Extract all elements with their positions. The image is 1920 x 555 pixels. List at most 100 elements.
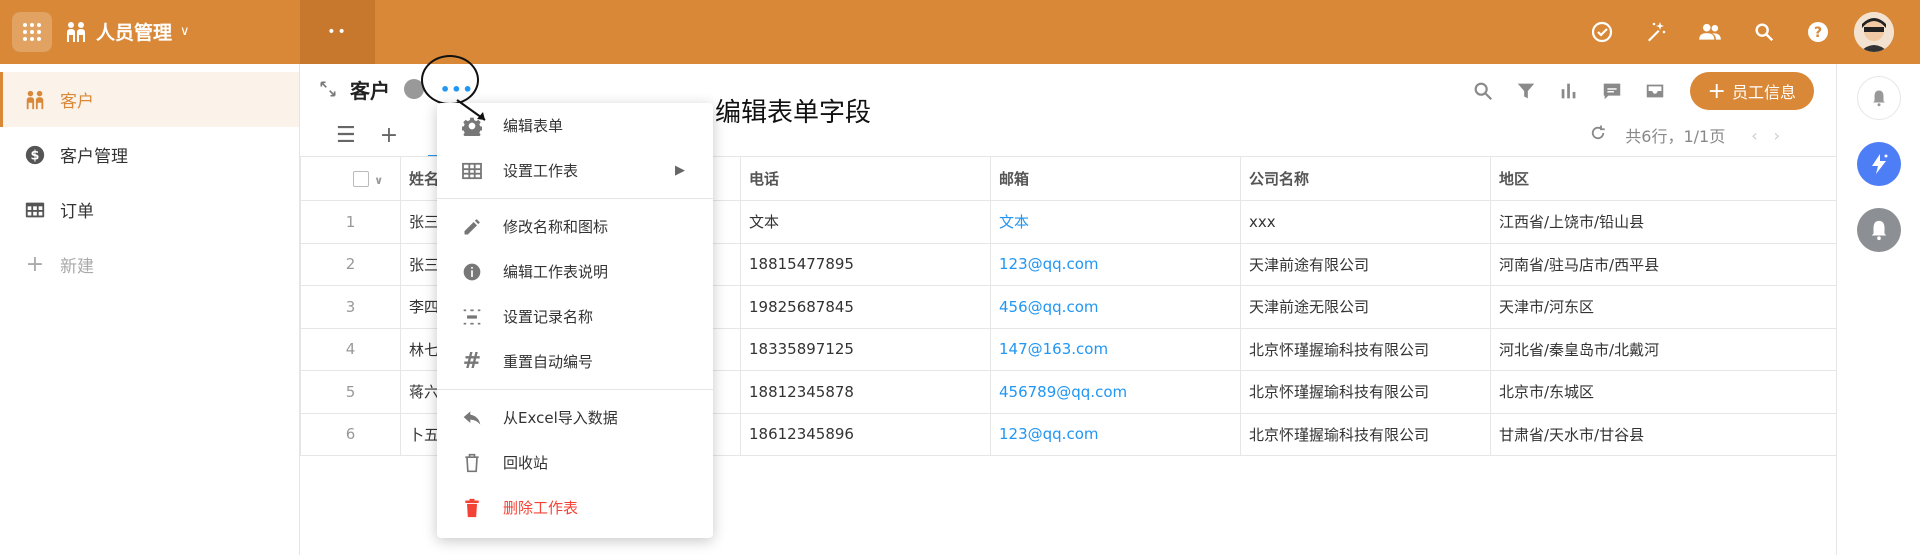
row-number: 1 [300,200,401,244]
row-number: 5 [300,370,401,414]
select-all-checkbox[interactable]: ∨ [300,156,401,201]
cell-email[interactable]: 123@qq.com [990,242,1241,286]
cell-region[interactable]: 甘肃省/天水市/甘谷县 [1490,412,1837,456]
menu-icon[interactable]: ☰ [336,123,356,148]
plus-icon: + [1707,78,1726,104]
app-title[interactable]: 人员管理 ∨ [64,18,190,45]
dollar-icon: $ [24,144,46,166]
recycle-bin-icon [461,452,483,474]
page-nav-arrows[interactable]: ‹› [1751,126,1796,145]
cell-phone[interactable]: 18812345878 [740,370,991,414]
cell-company[interactable]: 北京怀瑾握瑜科技有限公司 [1240,327,1491,371]
cell-phone[interactable]: 19825687845 [740,285,991,329]
check-circle-icon[interactable] [1588,18,1616,46]
top-tab[interactable]: •• [300,0,375,64]
cell-company[interactable]: 北京怀瑾握瑜科技有限公司 [1240,370,1491,414]
menu-item-delete-sheet[interactable]: 删除工作表 [437,485,713,530]
sidebar-item-label: 客户 [60,92,94,112]
sidebar-item-new[interactable]: + 新建 [0,237,299,292]
app-grid-icon[interactable] [12,12,52,52]
cell-region[interactable]: 江西省/上饶市/铅山县 [1490,200,1837,244]
worksheet-options-menu: 编辑表单 设置工作表 ▶ 修改名称和图标 编辑工作表说明 设置记录名称 # 重置… [437,103,713,538]
cell-email[interactable]: 456789@qq.com [990,370,1241,414]
menu-item-record-name[interactable]: 设置记录名称 [437,294,713,339]
avatar[interactable] [1854,12,1894,52]
filter-icon[interactable] [1513,78,1539,104]
magic-wand-icon[interactable] [1642,18,1670,46]
top-bar: 人员管理 ∨ •• ? [0,0,1920,64]
cell-company[interactable]: 北京怀瑾握瑜科技有限公司 [1240,412,1491,456]
menu-item-import-excel[interactable]: 从Excel导入数据 [437,395,713,440]
menu-item-label: 修改名称和图标 [503,218,609,236]
bar-chart-icon[interactable] [1556,78,1582,104]
cell-email[interactable]: 147@163.com [990,327,1241,371]
menu-item-reset-numbering[interactable]: # 重置自动编号 [437,339,713,384]
right-bar [1836,64,1920,555]
refresh-icon[interactable] [1589,124,1607,146]
column-header[interactable]: 地区 [1490,156,1837,201]
pager: 共6行，1/1页 ‹› [1589,120,1796,150]
menu-item-label: 删除工作表 [503,499,579,517]
people-icon [24,89,46,111]
add-record-button[interactable]: + 员工信息 [1689,72,1814,110]
cell-phone[interactable]: 18815477895 [740,242,991,286]
inbox-icon[interactable] [1642,78,1668,104]
sidebar-item-customer-management[interactable]: $ 客户管理 [0,127,299,182]
svg-text:$: $ [31,148,40,163]
menu-item-label: 编辑表单 [503,117,564,135]
menu-item-label: 设置工作表 [503,162,579,180]
sidebar-item-orders[interactable]: 订单 [0,182,299,237]
app-name: 人员管理 [96,22,173,44]
toolbar: + 员工信息 [1453,72,1814,110]
cell-phone[interactable]: 18612345896 [740,412,991,456]
cell-email[interactable]: 456@qq.com [990,285,1241,329]
search-icon[interactable] [1470,78,1496,104]
add-view-icon[interactable]: + [380,123,398,148]
menu-item-sheet-description[interactable]: 编辑工作表说明 [437,249,713,294]
sidebar-item-label: 订单 [60,202,94,222]
cell-email[interactable]: 文本 [990,200,1241,244]
contacts-icon[interactable] [1696,18,1724,46]
menu-item-label: 重置自动编号 [503,353,594,371]
sidebar-item-label: 新建 [60,257,94,277]
sidebar: 客户 $ 客户管理 订单 + 新建 [0,64,300,555]
cell-phone[interactable]: 18335897125 [740,327,991,371]
page-title: 客户 [350,78,390,103]
column-header[interactable]: 电话 [740,156,991,201]
table-grid-icon [461,160,483,182]
plus-icon: + [25,252,45,277]
menu-divider [437,389,713,390]
menu-divider [437,198,713,199]
comment-icon[interactable] [1599,78,1625,104]
menu-item-sheet-settings[interactable]: 设置工作表 ▶ [437,148,713,193]
annotation-title: 编辑表单字段 [715,98,872,128]
menu-item-rename[interactable]: 修改名称和图标 [437,204,713,249]
info-icon [461,261,483,283]
view-tabs: ☰ + [336,120,422,150]
sidebar-item-customers[interactable]: 客户 [0,72,299,127]
menu-item-recycle-bin[interactable]: 回收站 [437,440,713,485]
delete-icon [461,497,483,519]
expand-icon[interactable] [318,79,338,99]
column-header[interactable]: 公司名称 [1240,156,1491,201]
help-icon[interactable]: ? [1804,18,1832,46]
chevron-down-icon: ∨ [180,24,190,39]
cell-company[interactable]: xxx [1240,200,1491,244]
cell-region[interactable]: 北京市/东城区 [1490,370,1837,414]
cell-region[interactable]: 河北省/秦皇岛市/北戴河 [1490,327,1837,371]
bell-icon[interactable] [1857,76,1901,120]
cell-company[interactable]: 天津前途有限公司 [1240,242,1491,286]
cell-region[interactable]: 河南省/驻马店市/西平县 [1490,242,1837,286]
ai-assistant-icon[interactable] [1857,142,1901,186]
row-number: 2 [300,242,401,286]
cell-email[interactable]: 123@qq.com [990,412,1241,456]
column-header[interactable]: 邮箱 [990,156,1241,201]
cell-phone[interactable]: 文本 [740,200,991,244]
row-number: 3 [300,285,401,329]
cell-region[interactable]: 天津市/河东区 [1490,285,1837,329]
notification-icon[interactable] [1857,208,1901,252]
search-icon[interactable] [1750,18,1778,46]
menu-item-label: 编辑工作表说明 [503,263,609,281]
cell-company[interactable]: 天津前途无限公司 [1240,285,1491,329]
sidebar-item-label: 客户管理 [60,147,128,167]
